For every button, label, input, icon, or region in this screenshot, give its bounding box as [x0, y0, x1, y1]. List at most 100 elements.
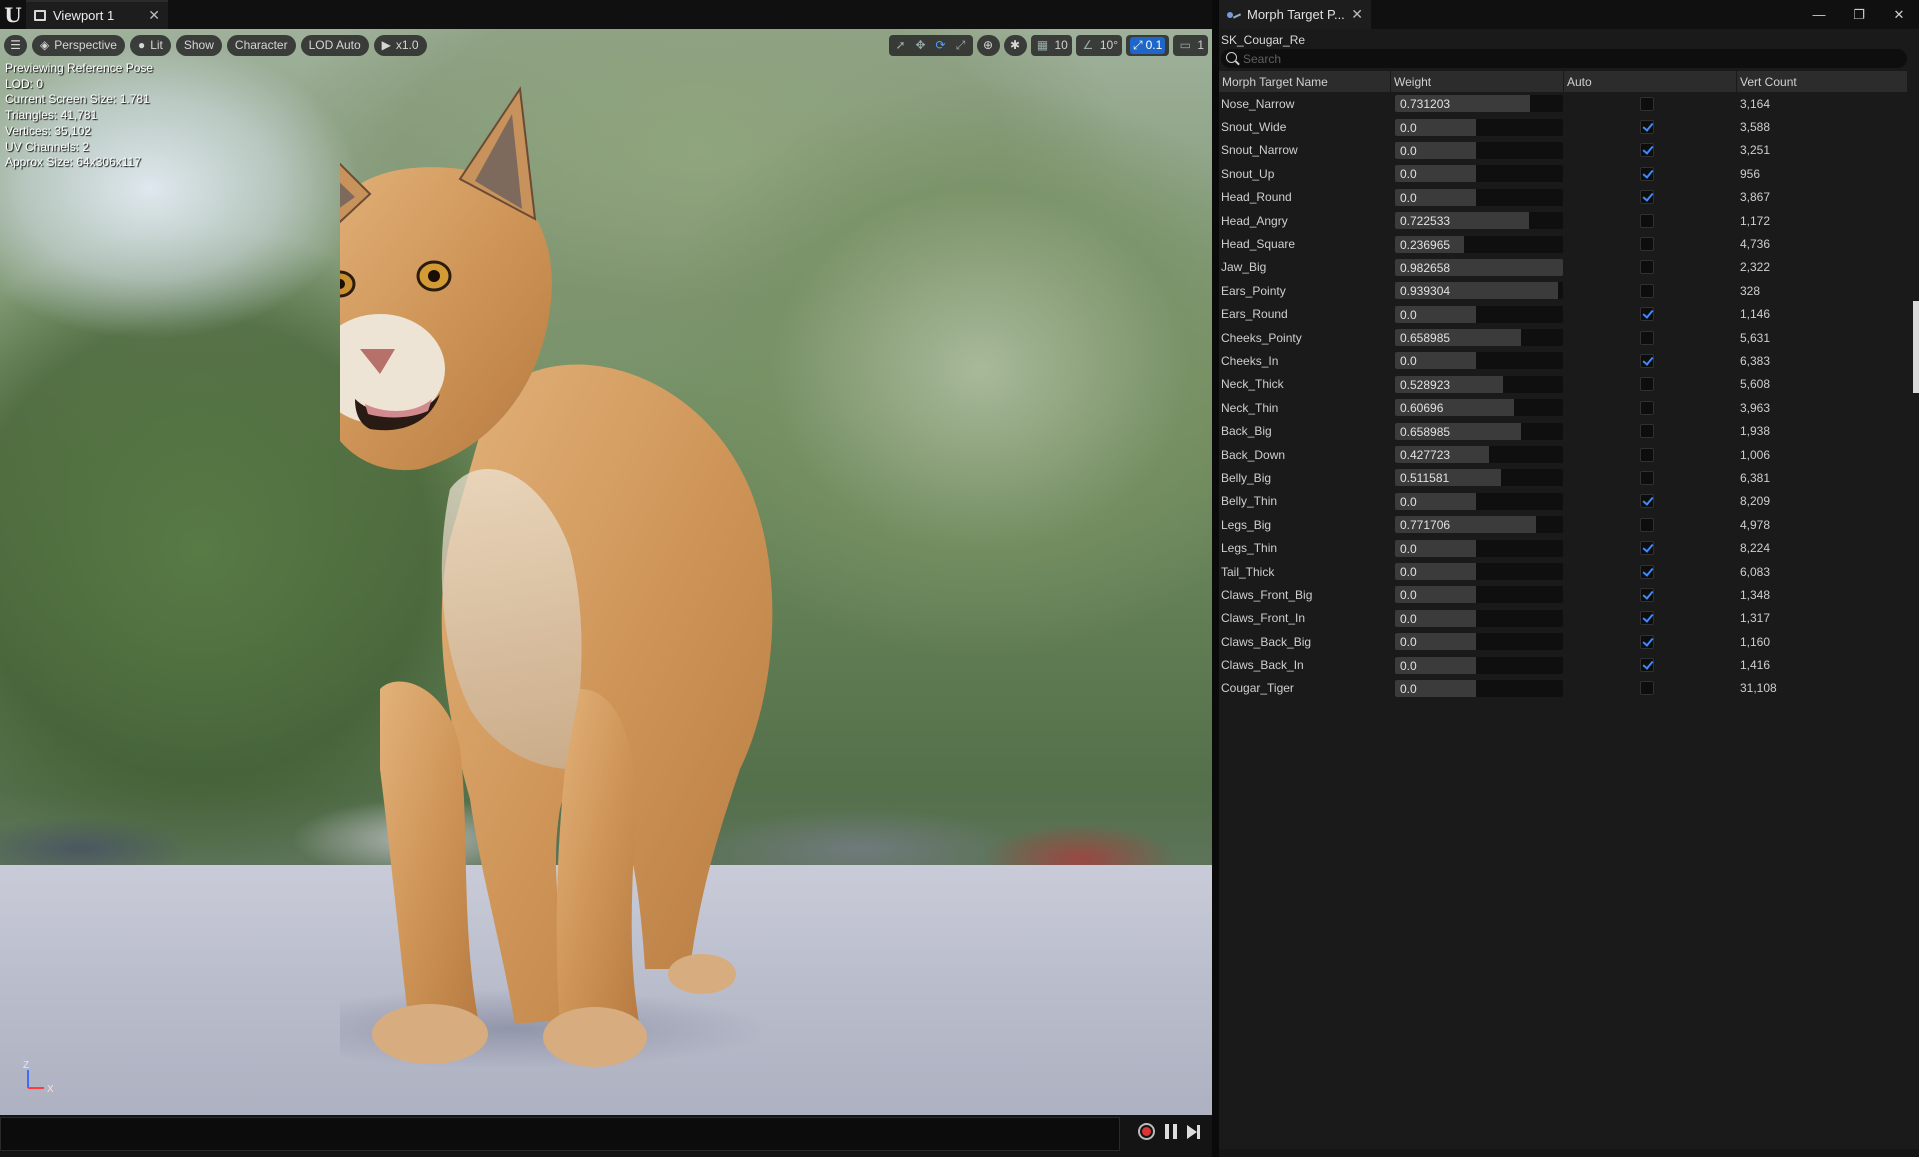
step-forward-icon[interactable]: [1187, 1124, 1200, 1139]
weight-slider[interactable]: 0.0: [1395, 188, 1563, 206]
table-row[interactable]: Legs_Big 0.771706 4,978: [1219, 513, 1908, 536]
hamburger-menu-icon[interactable]: ☰: [4, 34, 27, 56]
auto-checkbox[interactable]: [1640, 541, 1654, 556]
auto-checkbox[interactable]: [1640, 400, 1654, 415]
table-row[interactable]: Tail_Thick 0.0 6,083: [1219, 560, 1908, 583]
auto-checkbox[interactable]: [1640, 213, 1654, 228]
auto-checkbox[interactable]: [1640, 237, 1654, 252]
auto-checkbox[interactable]: [1640, 283, 1654, 298]
auto-checkbox[interactable]: [1640, 307, 1654, 322]
weight-slider[interactable]: 0.0: [1395, 492, 1563, 510]
weight-slider[interactable]: 0.427723: [1395, 446, 1563, 464]
search-field[interactable]: [1221, 49, 1907, 68]
table-row[interactable]: Ears_Round 0.0 1,146: [1219, 303, 1908, 326]
weight-slider[interactable]: 0.982658: [1395, 258, 1563, 276]
table-row[interactable]: Back_Down 0.427723 1,006: [1219, 443, 1908, 466]
auto-checkbox[interactable]: [1640, 166, 1654, 181]
auto-checkbox[interactable]: [1640, 96, 1654, 111]
table-row[interactable]: Snout_Up 0.0 956: [1219, 162, 1908, 185]
table-row[interactable]: Neck_Thin 0.60696 3,963: [1219, 396, 1908, 419]
close-window-icon[interactable]: ✕: [1879, 0, 1919, 29]
world-local-icon[interactable]: ⊕: [976, 34, 1000, 56]
column-header-name[interactable]: Morph Target Name: [1219, 71, 1391, 92]
character-button[interactable]: Character: [226, 34, 296, 56]
weight-slider[interactable]: 0.771706: [1395, 516, 1563, 534]
auto-checkbox[interactable]: [1640, 634, 1654, 649]
table-row[interactable]: Cheeks_In 0.0 6,383: [1219, 349, 1908, 372]
table-row[interactable]: Legs_Thin 0.0 8,224: [1219, 536, 1908, 559]
panel-splitter[interactable]: [1212, 0, 1219, 1157]
restore-icon[interactable]: ❐: [1839, 0, 1879, 29]
lit-button[interactable]: ● Lit: [129, 34, 171, 56]
table-row[interactable]: Ears_Pointy 0.939304 328: [1219, 279, 1908, 302]
weight-slider[interactable]: 0.528923: [1395, 375, 1563, 393]
auto-checkbox[interactable]: [1640, 424, 1654, 439]
auto-checkbox[interactable]: [1640, 143, 1654, 158]
pause-icon[interactable]: [1165, 1124, 1177, 1139]
close-icon[interactable]: ✕: [1351, 6, 1363, 23]
auto-checkbox[interactable]: [1640, 353, 1654, 368]
column-header-weight[interactable]: Weight: [1391, 71, 1564, 92]
table-row[interactable]: Head_Angry 0.722533 1,172: [1219, 209, 1908, 232]
table-row[interactable]: Head_Square 0.236965 4,736: [1219, 232, 1908, 255]
translate-icon[interactable]: ✥: [913, 37, 929, 53]
auto-checkbox[interactable]: [1640, 658, 1654, 673]
weight-slider[interactable]: 0.0: [1395, 305, 1563, 323]
table-row[interactable]: Head_Round 0.0 3,867: [1219, 186, 1908, 209]
auto-checkbox[interactable]: [1640, 190, 1654, 205]
weight-slider[interactable]: 0.658985: [1395, 422, 1563, 440]
weight-slider[interactable]: 0.731203: [1395, 95, 1563, 113]
table-row[interactable]: Nose_Narrow 0.731203 3,164: [1219, 92, 1908, 115]
weight-slider[interactable]: 0.0: [1395, 679, 1563, 697]
scrollbar-thumb[interactable]: [1913, 301, 1919, 393]
column-header-auto[interactable]: Auto: [1564, 71, 1737, 92]
auto-checkbox[interactable]: [1640, 120, 1654, 135]
lod-button[interactable]: LOD Auto: [300, 34, 369, 56]
column-header-vert-count[interactable]: Vert Count: [1737, 71, 1908, 92]
surface-snap-icon[interactable]: ✱: [1003, 34, 1027, 56]
weight-slider[interactable]: 0.0: [1395, 609, 1563, 627]
auto-checkbox[interactable]: [1640, 564, 1654, 579]
auto-checkbox[interactable]: [1640, 611, 1654, 626]
viewport[interactable]: ☰ ◈ Perspective ● Lit Show Character LOD…: [0, 29, 1212, 1115]
select-arrow-icon[interactable]: ➚: [893, 37, 909, 53]
camera-speed-button[interactable]: ▭ 1: [1173, 34, 1208, 56]
weight-slider[interactable]: 0.0: [1395, 118, 1563, 136]
scale-snap-toggle[interactable]: ⤢ 0.1: [1130, 36, 1166, 54]
table-row[interactable]: Claws_Back_In 0.0 1,416: [1219, 653, 1908, 676]
tab-viewport[interactable]: Viewport 1 ✕: [26, 0, 168, 29]
weight-slider[interactable]: 0.722533: [1395, 212, 1563, 230]
weight-slider[interactable]: 0.0: [1395, 586, 1563, 604]
auto-checkbox[interactable]: [1640, 260, 1654, 275]
auto-checkbox[interactable]: [1640, 517, 1654, 532]
minimize-icon[interactable]: —: [1799, 0, 1839, 29]
table-row[interactable]: Belly_Thin 0.0 8,209: [1219, 490, 1908, 513]
weight-slider[interactable]: 0.0: [1395, 165, 1563, 183]
weight-slider[interactable]: 0.0: [1395, 352, 1563, 370]
table-row[interactable]: Claws_Front_Big 0.0 1,348: [1219, 583, 1908, 606]
unreal-logo-icon[interactable]: U: [0, 0, 26, 29]
scale-icon[interactable]: ⤢: [953, 37, 969, 53]
table-row[interactable]: Back_Big 0.658985 1,938: [1219, 419, 1908, 442]
table-row[interactable]: Snout_Narrow 0.0 3,251: [1219, 139, 1908, 162]
table-row[interactable]: Claws_Back_Big 0.0 1,160: [1219, 630, 1908, 653]
table-row[interactable]: Belly_Big 0.511581 6,381: [1219, 466, 1908, 489]
weight-slider[interactable]: 0.60696: [1395, 399, 1563, 417]
tab-morph-target-preview[interactable]: Morph Target P... ✕: [1219, 0, 1371, 29]
weight-slider[interactable]: 0.0: [1395, 141, 1563, 159]
play-speed-button[interactable]: ▶ x1.0: [373, 34, 427, 56]
rotation-snap-button[interactable]: ∠ 10°: [1075, 34, 1123, 56]
scale-snap-button[interactable]: ⤢ 0.1: [1126, 34, 1170, 56]
rotate-icon[interactable]: ⟳: [933, 37, 949, 53]
table-row[interactable]: Jaw_Big 0.982658 2,322: [1219, 256, 1908, 279]
weight-slider[interactable]: 0.236965: [1395, 235, 1563, 253]
table-row[interactable]: Cougar_Tiger 0.0 31,108: [1219, 677, 1908, 700]
table-row[interactable]: Snout_Wide 0.0 3,588: [1219, 115, 1908, 138]
auto-checkbox[interactable]: [1640, 470, 1654, 485]
auto-checkbox[interactable]: [1640, 377, 1654, 392]
show-button[interactable]: Show: [175, 34, 222, 56]
close-icon[interactable]: ✕: [148, 7, 160, 24]
auto-checkbox[interactable]: [1640, 330, 1654, 345]
table-row[interactable]: Cheeks_Pointy 0.658985 5,631: [1219, 326, 1908, 349]
weight-slider[interactable]: 0.0: [1395, 633, 1563, 651]
